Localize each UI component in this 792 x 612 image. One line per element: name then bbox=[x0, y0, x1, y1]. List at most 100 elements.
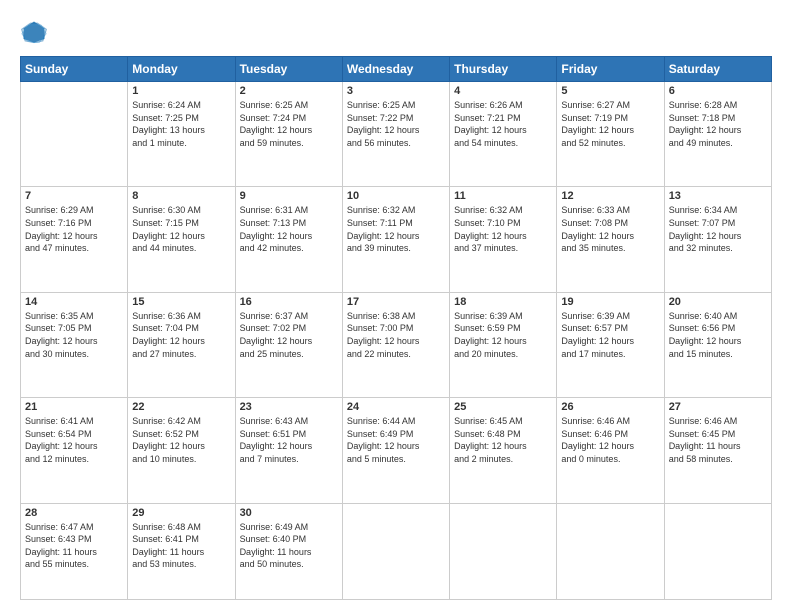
page: SundayMondayTuesdayWednesdayThursdayFrid… bbox=[0, 0, 792, 612]
day-info: Sunrise: 6:25 AM Sunset: 7:24 PM Dayligh… bbox=[240, 99, 338, 149]
day-info: Sunrise: 6:37 AM Sunset: 7:02 PM Dayligh… bbox=[240, 310, 338, 360]
day-number: 30 bbox=[240, 507, 338, 519]
weekday-header-saturday: Saturday bbox=[664, 57, 771, 82]
weekday-header-sunday: Sunday bbox=[21, 57, 128, 82]
calendar-cell: 18 Sunrise: 6:39 AM Sunset: 6:59 PM Dayli… bbox=[450, 292, 557, 397]
calendar-cell: 21 Sunrise: 6:41 AM Sunset: 6:54 PM Dayli… bbox=[21, 398, 128, 503]
calendar-cell: 9 Sunrise: 6:31 AM Sunset: 7:13 PM Daylig… bbox=[235, 187, 342, 292]
day-info: Sunrise: 6:35 AM Sunset: 7:05 PM Dayligh… bbox=[25, 310, 123, 360]
day-number: 11 bbox=[454, 190, 552, 202]
day-number: 5 bbox=[561, 85, 659, 97]
calendar-cell: 29 Sunrise: 6:48 AM Sunset: 6:41 PM Dayli… bbox=[128, 503, 235, 600]
calendar-cell: 13 Sunrise: 6:34 AM Sunset: 7:07 PM Dayli… bbox=[664, 187, 771, 292]
day-number: 18 bbox=[454, 296, 552, 308]
calendar-cell: 25Sunrise: 6:45 AM Sunset: 6:48 PM Dayli… bbox=[450, 398, 557, 503]
calendar-cell: 5 Sunrise: 6:27 AM Sunset: 7:19 PM Daylig… bbox=[557, 82, 664, 187]
day-number: 23 bbox=[240, 401, 338, 413]
calendar-cell: 2 Sunrise: 6:25 AM Sunset: 7:24 PM Daylig… bbox=[235, 82, 342, 187]
day-number: 29 bbox=[132, 507, 230, 519]
day-number: 20 bbox=[669, 296, 767, 308]
day-number: 13 bbox=[669, 190, 767, 202]
calendar-cell: 1 Sunrise: 6:24 AM Sunset: 7:25 PM Daylig… bbox=[128, 82, 235, 187]
calendar-cell: 7Sunrise: 6:29 AM Sunset: 7:16 PM Daylig… bbox=[21, 187, 128, 292]
week-row-4: 21 Sunrise: 6:41 AM Sunset: 6:54 PM Dayli… bbox=[21, 398, 772, 503]
weekday-header-friday: Friday bbox=[557, 57, 664, 82]
day-info: Sunrise: 6:27 AM Sunset: 7:19 PM Dayligh… bbox=[561, 99, 659, 149]
day-info: Sunrise: 6:38 AM Sunset: 7:00 PM Dayligh… bbox=[347, 310, 445, 360]
day-number: 24 bbox=[347, 401, 445, 413]
weekday-header-row: SundayMondayTuesdayWednesdayThursdayFrid… bbox=[21, 57, 772, 82]
calendar-cell: 15Sunrise: 6:36 AM Sunset: 7:04 PM Dayli… bbox=[128, 292, 235, 397]
weekday-header-tuesday: Tuesday bbox=[235, 57, 342, 82]
day-number: 27 bbox=[669, 401, 767, 413]
calendar-cell: 11 Sunrise: 6:32 AM Sunset: 7:10 PM Dayli… bbox=[450, 187, 557, 292]
calendar-cell: 4 Sunrise: 6:26 AM Sunset: 7:21 PM Daylig… bbox=[450, 82, 557, 187]
week-row-2: 7Sunrise: 6:29 AM Sunset: 7:16 PM Daylig… bbox=[21, 187, 772, 292]
calendar-cell: 17 Sunrise: 6:38 AM Sunset: 7:00 PM Dayli… bbox=[342, 292, 449, 397]
calendar-cell bbox=[21, 82, 128, 187]
week-row-1: 1 Sunrise: 6:24 AM Sunset: 7:25 PM Daylig… bbox=[21, 82, 772, 187]
day-number: 22 bbox=[132, 401, 230, 413]
calendar-cell bbox=[664, 503, 771, 600]
day-info: Sunrise: 6:32 AM Sunset: 7:11 PM Dayligh… bbox=[347, 204, 445, 254]
day-info: Sunrise: 6:34 AM Sunset: 7:07 PM Dayligh… bbox=[669, 204, 767, 254]
day-number: 8 bbox=[132, 190, 230, 202]
calendar-cell: 8Sunrise: 6:30 AM Sunset: 7:15 PM Daylig… bbox=[128, 187, 235, 292]
day-info: Sunrise: 6:46 AM Sunset: 6:45 PM Dayligh… bbox=[669, 415, 767, 465]
day-number: 4 bbox=[454, 85, 552, 97]
day-number: 19 bbox=[561, 296, 659, 308]
calendar-cell: 3Sunrise: 6:25 AM Sunset: 7:22 PM Daylig… bbox=[342, 82, 449, 187]
day-info: Sunrise: 6:40 AM Sunset: 6:56 PM Dayligh… bbox=[669, 310, 767, 360]
week-row-3: 14 Sunrise: 6:35 AM Sunset: 7:05 PM Dayli… bbox=[21, 292, 772, 397]
day-number: 12 bbox=[561, 190, 659, 202]
calendar-cell: 14 Sunrise: 6:35 AM Sunset: 7:05 PM Dayli… bbox=[21, 292, 128, 397]
day-number: 1 bbox=[132, 85, 230, 97]
calendar-cell: 10 Sunrise: 6:32 AM Sunset: 7:11 PM Dayli… bbox=[342, 187, 449, 292]
day-number: 16 bbox=[240, 296, 338, 308]
calendar-cell: 12 Sunrise: 6:33 AM Sunset: 7:08 PM Dayli… bbox=[557, 187, 664, 292]
day-info: Sunrise: 6:42 AM Sunset: 6:52 PM Dayligh… bbox=[132, 415, 230, 465]
day-number: 26 bbox=[561, 401, 659, 413]
calendar-cell: 26 Sunrise: 6:46 AM Sunset: 6:46 PM Dayli… bbox=[557, 398, 664, 503]
calendar-cell: 19 Sunrise: 6:39 AM Sunset: 6:57 PM Dayli… bbox=[557, 292, 664, 397]
calendar-cell bbox=[450, 503, 557, 600]
day-info: Sunrise: 6:25 AM Sunset: 7:22 PM Dayligh… bbox=[347, 99, 445, 149]
calendar-table: SundayMondayTuesdayWednesdayThursdayFrid… bbox=[20, 56, 772, 600]
calendar-cell bbox=[342, 503, 449, 600]
day-number: 9 bbox=[240, 190, 338, 202]
weekday-header-thursday: Thursday bbox=[450, 57, 557, 82]
day-number: 21 bbox=[25, 401, 123, 413]
day-info: Sunrise: 6:39 AM Sunset: 6:57 PM Dayligh… bbox=[561, 310, 659, 360]
calendar-cell: 30 Sunrise: 6:49 AM Sunset: 6:40 PM Dayli… bbox=[235, 503, 342, 600]
calendar-cell: 22 Sunrise: 6:42 AM Sunset: 6:52 PM Dayli… bbox=[128, 398, 235, 503]
day-info: Sunrise: 6:39 AM Sunset: 6:59 PM Dayligh… bbox=[454, 310, 552, 360]
day-number: 10 bbox=[347, 190, 445, 202]
day-info: Sunrise: 6:26 AM Sunset: 7:21 PM Dayligh… bbox=[454, 99, 552, 149]
week-row-5: 28 Sunrise: 6:47 AM Sunset: 6:43 PM Dayli… bbox=[21, 503, 772, 600]
day-info: Sunrise: 6:48 AM Sunset: 6:41 PM Dayligh… bbox=[132, 521, 230, 571]
day-info: Sunrise: 6:41 AM Sunset: 6:54 PM Dayligh… bbox=[25, 415, 123, 465]
day-number: 2 bbox=[240, 85, 338, 97]
calendar-cell: 23 Sunrise: 6:43 AM Sunset: 6:51 PM Dayli… bbox=[235, 398, 342, 503]
calendar-cell: 24 Sunrise: 6:44 AM Sunset: 6:49 PM Dayli… bbox=[342, 398, 449, 503]
day-info: Sunrise: 6:31 AM Sunset: 7:13 PM Dayligh… bbox=[240, 204, 338, 254]
day-info: Sunrise: 6:33 AM Sunset: 7:08 PM Dayligh… bbox=[561, 204, 659, 254]
day-number: 28 bbox=[25, 507, 123, 519]
day-info: Sunrise: 6:29 AM Sunset: 7:16 PM Dayligh… bbox=[25, 204, 123, 254]
calendar-cell bbox=[557, 503, 664, 600]
day-number: 17 bbox=[347, 296, 445, 308]
day-info: Sunrise: 6:45 AM Sunset: 6:48 PM Dayligh… bbox=[454, 415, 552, 465]
day-info: Sunrise: 6:43 AM Sunset: 6:51 PM Dayligh… bbox=[240, 415, 338, 465]
day-info: Sunrise: 6:36 AM Sunset: 7:04 PM Dayligh… bbox=[132, 310, 230, 360]
day-info: Sunrise: 6:32 AM Sunset: 7:10 PM Dayligh… bbox=[454, 204, 552, 254]
header bbox=[20, 18, 772, 46]
day-number: 14 bbox=[25, 296, 123, 308]
day-number: 6 bbox=[669, 85, 767, 97]
day-info: Sunrise: 6:47 AM Sunset: 6:43 PM Dayligh… bbox=[25, 521, 123, 571]
day-info: Sunrise: 6:46 AM Sunset: 6:46 PM Dayligh… bbox=[561, 415, 659, 465]
calendar-cell: 20 Sunrise: 6:40 AM Sunset: 6:56 PM Dayli… bbox=[664, 292, 771, 397]
day-info: Sunrise: 6:44 AM Sunset: 6:49 PM Dayligh… bbox=[347, 415, 445, 465]
calendar-cell: 28 Sunrise: 6:47 AM Sunset: 6:43 PM Dayli… bbox=[21, 503, 128, 600]
day-info: Sunrise: 6:49 AM Sunset: 6:40 PM Dayligh… bbox=[240, 521, 338, 571]
day-info: Sunrise: 6:24 AM Sunset: 7:25 PM Dayligh… bbox=[132, 99, 230, 149]
